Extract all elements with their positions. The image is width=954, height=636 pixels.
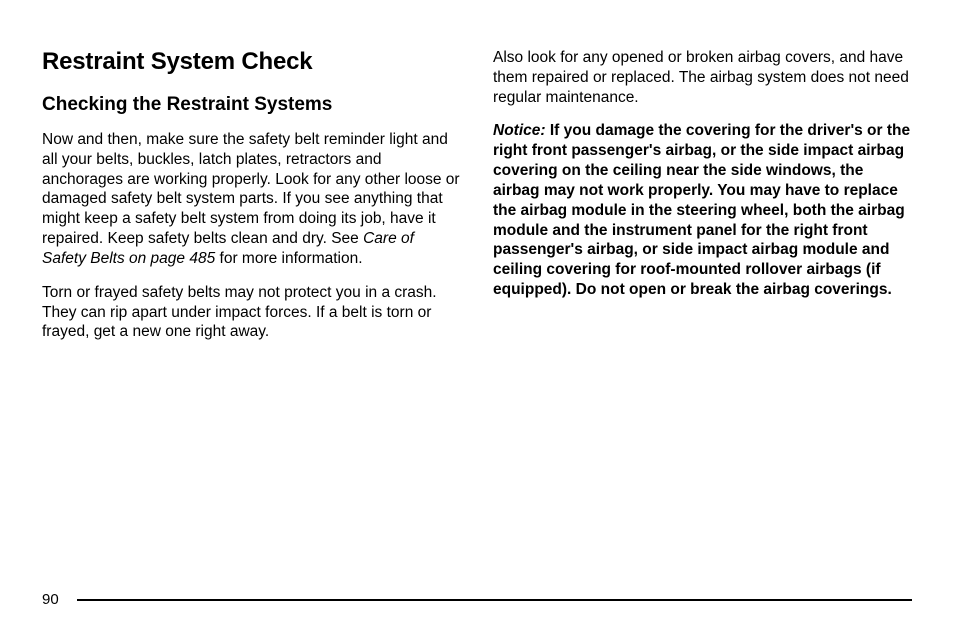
body-text: for more information. [215, 250, 362, 267]
sub-heading: Checking the Restraint Systems [42, 94, 461, 116]
right-column: Also look for any opened or broken airba… [493, 48, 912, 356]
left-column: Restraint System Check Checking the Rest… [42, 48, 461, 356]
body-paragraph: Torn or frayed safety belts may not prot… [42, 283, 461, 342]
page-footer: 90 [42, 591, 912, 608]
main-heading: Restraint System Check [42, 48, 461, 76]
notice-body: If you damage the covering for the drive… [493, 122, 910, 298]
body-paragraph: Also look for any opened or broken airba… [493, 48, 912, 107]
notice-label: Notice: [493, 122, 546, 139]
notice-paragraph: Notice: If you damage the covering for t… [493, 121, 912, 299]
page-number: 90 [42, 591, 59, 608]
body-paragraph: Now and then, make sure the safety belt … [42, 130, 461, 269]
footer-rule [77, 599, 912, 601]
content-columns: Restraint System Check Checking the Rest… [42, 48, 912, 356]
